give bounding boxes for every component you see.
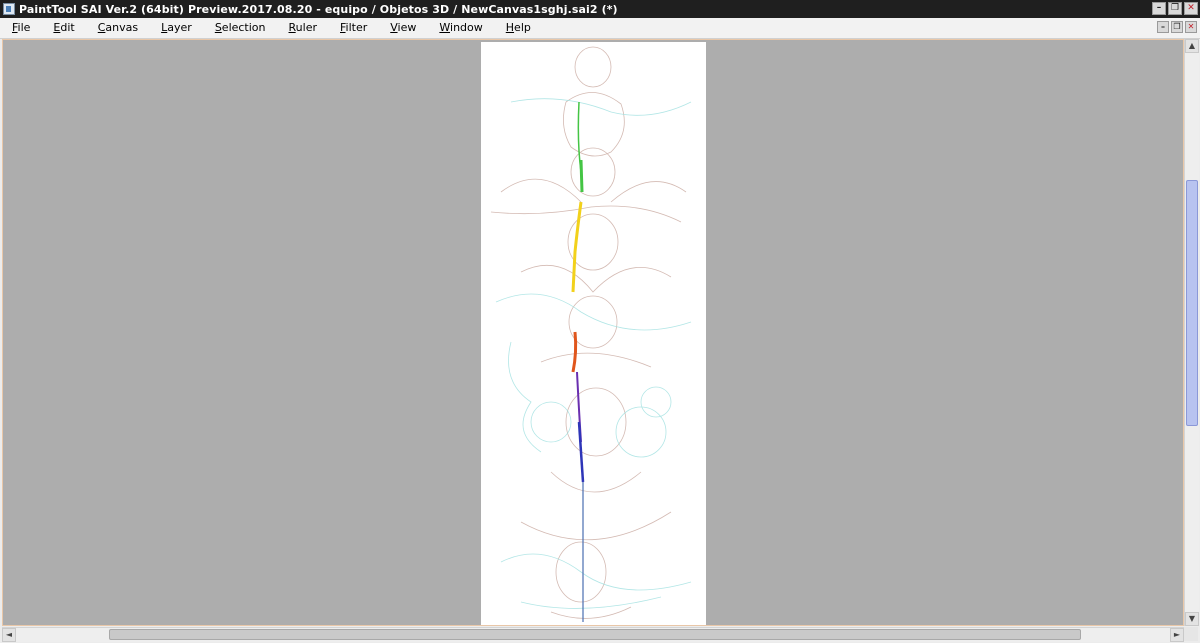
restore-button[interactable]: ❐ xyxy=(1168,2,1182,15)
menu-label: ilter xyxy=(345,21,368,34)
horizontal-scroll-thumb[interactable] xyxy=(109,629,1081,640)
menu-canvas[interactable]: Canvas xyxy=(86,18,149,38)
drawing-canvas[interactable] xyxy=(481,42,706,625)
menu-accel: S xyxy=(214,21,222,34)
menu-filter[interactable]: Filter xyxy=(328,18,378,38)
canvas-workspace[interactable] xyxy=(2,39,1184,626)
menu-window[interactable]: Window xyxy=(427,18,493,38)
menu-accel: R xyxy=(288,21,296,34)
scroll-right-button[interactable]: ► xyxy=(1170,628,1184,642)
menu-selection[interactable]: Selection xyxy=(203,18,277,38)
scroll-up-button[interactable]: ▲ xyxy=(1185,39,1199,53)
menu-accel: W xyxy=(439,21,451,34)
vertical-scrollbar[interactable]: ▲ ▼ xyxy=(1184,39,1199,626)
menu-label: uler xyxy=(295,21,317,34)
menu-help[interactable]: Help xyxy=(494,18,542,38)
close-button[interactable]: ✕ xyxy=(1184,2,1198,15)
scroll-left-button[interactable]: ◄ xyxy=(2,628,16,642)
menu-label: indow xyxy=(450,21,483,34)
minimize-button[interactable]: – xyxy=(1152,2,1166,15)
menu-ruler[interactable]: Ruler xyxy=(277,18,328,38)
menu-file[interactable]: File xyxy=(0,18,41,38)
doc-restore-button[interactable]: ❐ xyxy=(1171,21,1183,33)
menu-bar: File Edit Canvas Layer Selection Ruler F… xyxy=(0,18,1200,39)
sketch-artwork xyxy=(490,46,692,622)
horizontal-scrollbar[interactable]: ◄ ► xyxy=(2,627,1184,642)
orange-stroke xyxy=(571,331,578,373)
menu-accel: H xyxy=(505,21,515,34)
menu-accel: V xyxy=(390,21,398,34)
vertical-scroll-thumb[interactable] xyxy=(1186,180,1198,426)
menu-label: election xyxy=(221,21,266,34)
menu-label: iew xyxy=(397,21,417,34)
menu-edit[interactable]: Edit xyxy=(41,18,85,38)
document-controls: – ❐ ✕ xyxy=(1157,21,1197,33)
menu-label: elp xyxy=(514,21,531,34)
menu-label: ayer xyxy=(167,21,192,34)
app-icon xyxy=(3,3,15,15)
menu-view[interactable]: View xyxy=(378,18,427,38)
menu-layer[interactable]: Layer xyxy=(149,18,203,38)
window-title: PaintTool SAI Ver.2 (64bit) Preview.2017… xyxy=(19,2,618,16)
menu-label: dit xyxy=(60,21,75,34)
window-controls: – ❐ ✕ xyxy=(1152,2,1198,15)
menu-label: ile xyxy=(17,21,31,34)
menu-label: anvas xyxy=(105,21,139,34)
scroll-down-button[interactable]: ▼ xyxy=(1185,612,1199,626)
doc-minimize-button[interactable]: – xyxy=(1157,21,1169,33)
title-bar: PaintTool SAI Ver.2 (64bit) Preview.2017… xyxy=(0,0,1200,18)
scrollbar-corner xyxy=(1184,627,1198,641)
doc-close-button[interactable]: ✕ xyxy=(1185,21,1197,33)
